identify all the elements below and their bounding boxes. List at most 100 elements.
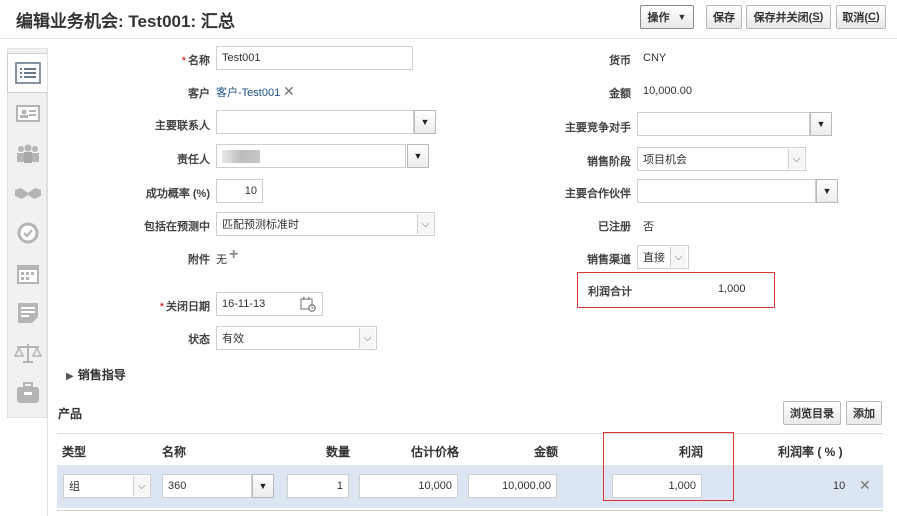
row-estimated-price-input[interactable]: 10,000 <box>359 474 458 498</box>
chevron-down-icon: ▼ <box>258 481 268 491</box>
remove-customer-icon[interactable]: ✕ <box>283 83 295 100</box>
summary-list-icon <box>15 62 41 84</box>
primary-contact-label: 主要联系人 <box>155 120 210 132</box>
amount-label: 金额 <box>609 88 631 100</box>
owner-input[interactable] <box>216 144 406 168</box>
delete-row-icon[interactable]: ✕ <box>859 477 871 494</box>
contact-card-icon <box>16 105 40 122</box>
name-label: * 名称 <box>182 52 210 68</box>
sales-channel-value: 直接 <box>643 252 665 264</box>
profit-total-value: 1,000 <box>718 283 746 295</box>
required-asterisk: * <box>181 55 186 67</box>
partner-label: 主要合作伙伴 <box>565 188 631 200</box>
chevron-right-icon: ▶ <box>66 371 74 382</box>
rail-calendar[interactable] <box>8 253 48 293</box>
row-profit-input[interactable]: 1,000 <box>612 474 702 498</box>
registered-label: 已注册 <box>598 221 631 233</box>
partner-dropdown-button[interactable]: ▼ <box>816 179 838 203</box>
cancel-end: ) <box>875 11 880 23</box>
chevron-down-icon: ⌵ <box>359 328 375 348</box>
row-quantity-input[interactable]: 1 <box>287 474 349 498</box>
sales-channel-label: 销售渠道 <box>587 254 631 266</box>
cancel-button[interactable]: 取消(C) <box>836 5 886 29</box>
row-amount-input[interactable]: 10,000.00 <box>468 474 557 498</box>
forecast-select[interactable]: 匹配预测标准时 <box>216 212 435 236</box>
chevron-down-icon: ▼ <box>420 117 430 127</box>
checkmark-badge-icon <box>17 222 39 244</box>
forecast-select-value: 匹配预测标准时 <box>222 219 299 231</box>
scales-icon <box>14 344 42 363</box>
registered-value: 否 <box>643 221 654 233</box>
handshake-icon <box>15 188 41 199</box>
column-header-margin: 利润率 ( % ) <box>778 445 843 459</box>
add-attachment-icon[interactable]: + <box>229 246 238 264</box>
row-name-dropdown-button[interactable]: ▼ <box>252 474 274 498</box>
save-close-key: S <box>812 11 820 23</box>
partner-input[interactable] <box>637 179 816 203</box>
rail-partners[interactable] <box>8 173 48 213</box>
cancel-key: C <box>868 11 876 23</box>
owner-dropdown-button[interactable]: ▼ <box>407 144 429 168</box>
column-header-quantity: 数量 <box>326 445 351 459</box>
rail-divider <box>47 48 48 516</box>
save-close-end: ) <box>819 11 824 23</box>
competitor-input[interactable] <box>637 112 810 136</box>
status-select-value: 有效 <box>222 333 244 345</box>
competitor-dropdown-button[interactable]: ▼ <box>810 112 832 136</box>
products-title: 产品 <box>58 407 83 421</box>
save-button[interactable]: 保存 <box>706 5 742 29</box>
rail-files[interactable] <box>8 373 48 413</box>
primary-contact-dropdown-button[interactable]: ▼ <box>414 110 436 134</box>
owner-label: 责任人 <box>177 154 210 166</box>
chevron-down-icon: ⌵ <box>133 476 149 496</box>
actions-menu-button[interactable]: 操作 ▼ <box>640 5 694 29</box>
team-icon <box>17 144 39 163</box>
chevron-down-icon: ▼ <box>822 186 832 196</box>
name-input[interactable]: Test001 <box>216 46 413 70</box>
add-product-button[interactable]: 添加 <box>846 401 882 425</box>
rail-assessment[interactable] <box>8 213 48 253</box>
status-select[interactable]: 有效 <box>216 326 377 350</box>
owner-redacted-name <box>222 149 260 163</box>
rail-contacts[interactable] <box>8 93 48 133</box>
briefcase-icon <box>17 382 39 403</box>
note-icon <box>18 303 38 323</box>
header-divider <box>0 38 897 39</box>
attachments-label: 附件 <box>188 254 210 266</box>
save-and-close-button[interactable]: 保存并关闭(S) <box>746 5 831 29</box>
row-margin-value: 10 <box>833 480 846 492</box>
chevron-down-icon: ▼ <box>677 12 687 22</box>
customer-link[interactable]: 客户-Test001 <box>216 84 280 100</box>
chevron-down-icon: ⌵ <box>670 247 686 267</box>
sales-guide-toggle[interactable]: ▶ 销售指导 <box>66 366 126 383</box>
chevron-down-icon: ▼ <box>816 119 826 129</box>
column-header-estimated-price: 估计价格 <box>411 445 460 459</box>
win-probability-label: 成功概率 (%) <box>145 188 210 200</box>
row-name-input[interactable]: 360 <box>162 474 252 498</box>
rail-summary[interactable] <box>7 53 48 93</box>
chevron-down-icon: ⌵ <box>788 149 804 169</box>
close-date-label: * 关闭日期 <box>160 298 210 314</box>
forecast-label: 包括在预测中 <box>144 221 210 233</box>
column-header-amount: 金额 <box>534 445 559 459</box>
browse-catalog-button[interactable]: 浏览目录 <box>783 401 841 425</box>
customer-label: 客户 <box>188 88 210 100</box>
win-probability-input[interactable]: 10 <box>216 179 263 203</box>
actions-label: 操作 <box>647 12 670 24</box>
rail-notes[interactable] <box>8 293 48 333</box>
calendar-picker-icon[interactable] <box>300 296 316 315</box>
column-header-name: 名称 <box>162 445 187 459</box>
competitor-label: 主要竞争对手 <box>565 122 631 134</box>
profit-total-label: 利润合计 <box>588 286 632 298</box>
section-rail <box>7 48 48 418</box>
status-label: 状态 <box>188 334 210 346</box>
sales-stage-select[interactable]: 项目机会 <box>637 147 806 171</box>
attachments-value: 无 <box>216 254 227 266</box>
currency-label: 货币 <box>609 55 631 67</box>
chevron-down-icon: ⌵ <box>417 214 433 234</box>
primary-contact-input[interactable] <box>216 110 414 134</box>
rail-compare[interactable] <box>8 333 48 373</box>
row-type-value: 组 <box>69 481 80 493</box>
rail-team[interactable] <box>8 133 48 173</box>
required-asterisk: * <box>159 301 164 313</box>
